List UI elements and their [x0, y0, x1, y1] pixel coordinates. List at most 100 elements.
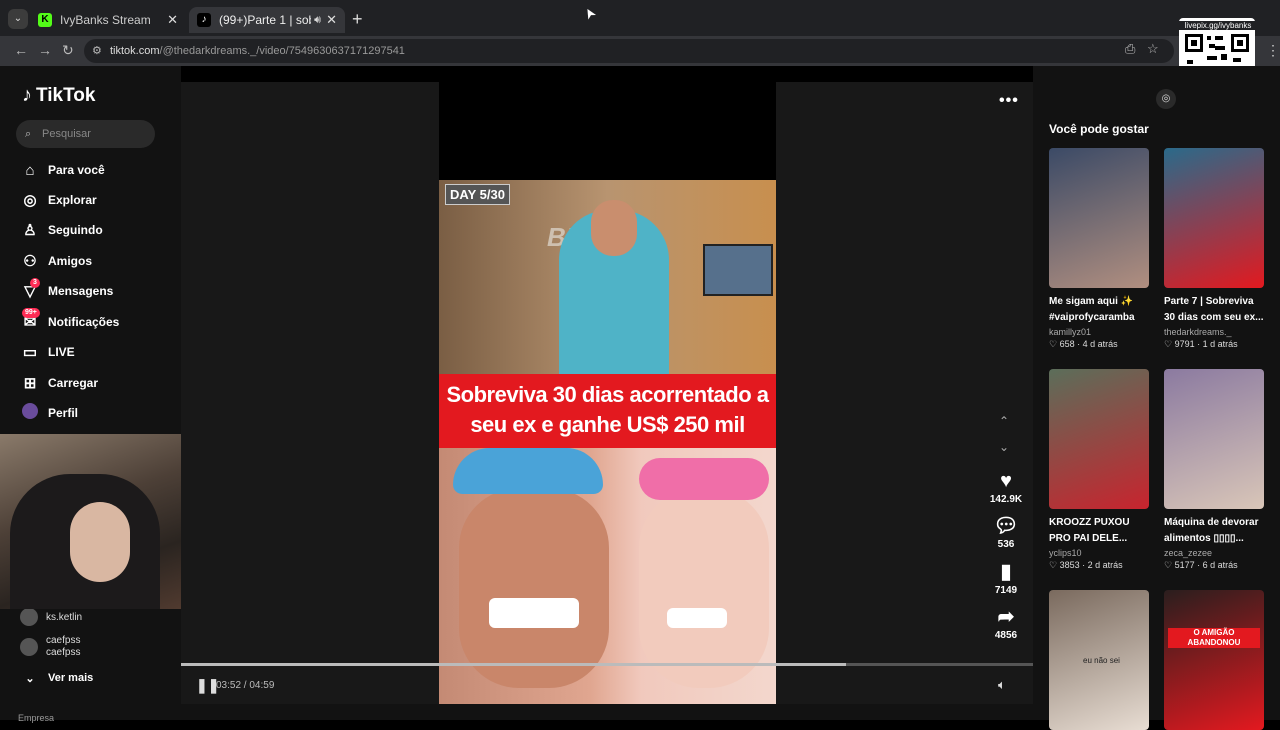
like-count: 142.9K: [989, 494, 1023, 505]
upload-icon: ⊞: [23, 375, 37, 392]
day-tag: DAY 5/30: [445, 184, 510, 205]
rec-thumbnail: [1164, 369, 1264, 509]
sidebar-item-label: Amigos: [48, 254, 93, 268]
search-input[interactable]: ⌕ Pesquisar: [16, 120, 155, 148]
rec-card[interactable]: Me sigam aqui ✨ #vaiprofycaramba kamilly…: [1049, 148, 1149, 350]
rec-meta: ♡ 3853 · 2 d atrás: [1049, 560, 1123, 570]
forward-icon[interactable]: →: [38, 42, 52, 58]
tab-tiktok-video[interactable]: ♪ (99+)Parte 1 | sobreviva 30 di 🔊︎ ✕: [189, 7, 345, 33]
compass-icon[interactable]: ◎: [1156, 89, 1176, 109]
sidebar-item-carregar[interactable]: ⊞ Carregar: [20, 372, 98, 394]
avatar: [20, 638, 38, 656]
bookmark-star-icon[interactable]: ☆: [1147, 41, 1159, 57]
tab-ivybanks-stream[interactable]: K IvyBanks Stream - Watch Live o ✕: [30, 7, 186, 33]
sidebar-item-seguindo[interactable]: ♙ Seguindo: [20, 219, 102, 241]
close-icon[interactable]: ✕: [167, 7, 178, 33]
video-frame[interactable]: BRO DAY 5/30 Sobreviva 30 dias acorrenta…: [439, 180, 776, 704]
volume-icon[interactable]: 🔈︎: [998, 677, 1006, 693]
chevron-down-icon[interactable]: ⌄: [999, 440, 1009, 454]
sidebar-item-amigos[interactable]: ⚇ Amigos: [20, 250, 92, 272]
live-icon: ▭: [22, 344, 38, 361]
heart-outline-icon: ♡: [1164, 339, 1175, 349]
sidebar-item-label: Mensagens: [48, 284, 114, 298]
tiktok-logo[interactable]: ♪ TikTok: [22, 84, 95, 107]
new-tab-button[interactable]: +: [352, 9, 363, 30]
following-account[interactable]: ks.ketlin: [20, 608, 82, 626]
scene-head: [591, 200, 637, 256]
close-icon[interactable]: ✕: [326, 7, 337, 33]
rec-title: Me sigam aqui ✨ #vaiprofycaramba: [1049, 296, 1135, 323]
search-icon: ⌕: [25, 128, 32, 140]
heart-outline-icon: ♡: [1049, 339, 1060, 349]
scene-cap: [453, 448, 603, 494]
messages-icon: ▽ 3: [20, 278, 40, 300]
rec-title: Máquina de devorar alimentos ▯▯▯▯...: [1164, 517, 1259, 544]
comment-count: 536: [997, 539, 1015, 550]
bookmark-icon: ▮: [1000, 561, 1012, 583]
back-icon[interactable]: ←: [14, 42, 28, 58]
profile-icon: [20, 403, 40, 423]
more-options-icon[interactable]: •••: [999, 92, 1019, 110]
rec-card[interactable]: eu não sei: [1049, 590, 1149, 730]
notifications-icon: ✉ 99+: [20, 308, 40, 331]
rec-likes: 3853: [1059, 560, 1080, 570]
speaker-icon[interactable]: 🔊︎: [314, 7, 321, 33]
sidebar-item-label: Perfil: [48, 406, 79, 420]
heart-outline-icon: ♡: [1049, 560, 1060, 570]
share-icon: ➦: [997, 606, 1015, 628]
sidebar-item-perfil[interactable]: Perfil: [20, 402, 78, 424]
share-count: 4856: [994, 630, 1018, 641]
share-button[interactable]: ➦ 4856: [988, 606, 1024, 641]
save-count: 7149: [994, 585, 1018, 596]
sidebar-item-explorar[interactable]: ◎ Explorar: [20, 189, 97, 211]
browser-toolbar: ← → ↻ ⚙ tiktok.com/@thedarkdreams._/vide…: [0, 36, 1280, 66]
friends-icon: ⚇: [23, 253, 37, 270]
rec-title: Parte 7 | Sobreviva 30 dias com seu ex..…: [1164, 296, 1264, 323]
rec-card[interactable]: Máquina de devorar alimentos ▯▯▯▯... zec…: [1164, 369, 1264, 571]
messages-badge: 3: [30, 278, 40, 288]
following-account[interactable]: caefpss caefpss: [20, 635, 80, 659]
tab-title: IvyBanks Stream - Watch Live o: [60, 13, 152, 27]
comment-button[interactable]: 💬︎ 536: [988, 515, 1024, 550]
site-info-icon[interactable]: ⚙: [92, 39, 102, 63]
rec-thumbnail: O AMIGÃO ABANDONOU: [1164, 590, 1264, 730]
sidebar-item-label: Explorar: [48, 193, 97, 207]
rec-card[interactable]: KROOZZ PUXOU PRO PAI DELE... yclips10 ♡ …: [1049, 369, 1149, 571]
scene-sleep-mask: [639, 458, 769, 500]
see-more-button[interactable]: ⌄ Ver mais: [20, 667, 93, 689]
video-time: 03:52 / 04:59: [216, 680, 275, 691]
rec-card[interactable]: O AMIGÃO ABANDONOU: [1164, 590, 1264, 730]
like-button[interactable]: ♥ 142.9K: [988, 470, 1024, 505]
scene-tv: [703, 244, 773, 296]
video-progress-bar[interactable]: [181, 663, 1033, 666]
notifications-badge: 99+: [22, 308, 40, 318]
footer-link[interactable]: Empresa: [18, 713, 54, 723]
address-bar[interactable]: ⚙ tiktok.com/@thedarkdreams._/video/7549…: [84, 39, 1174, 63]
sidebar-item-para-voce[interactable]: ⌂ Para você: [20, 159, 104, 181]
rec-thumbnail: [1049, 148, 1149, 288]
sidebar-item-label: Carregar: [48, 376, 99, 390]
browser-menu-icon[interactable]: ⋮: [1266, 42, 1280, 59]
rec-likes: 9791: [1174, 339, 1195, 349]
sidebar-item-notificacoes[interactable]: ✉ 99+ Notificações: [20, 308, 119, 333]
account-name: caefpss: [46, 635, 81, 646]
sidebar-item-label: LIVE: [48, 345, 75, 359]
rec-age: 1 d atrás: [1202, 339, 1238, 349]
sidebar-item-live[interactable]: ▭ LIVE: [20, 341, 75, 363]
rec-card[interactable]: Parte 7 | Sobreviva 30 dias com seu ex..…: [1164, 148, 1264, 350]
see-more-label: Ver mais: [48, 672, 94, 684]
comment-icon: 💬︎: [993, 515, 1019, 537]
rec-meta: ♡ 5177 · 6 d atrás: [1164, 560, 1238, 570]
sidebar-item-mensagens[interactable]: ▽ 3 Mensagens: [20, 278, 114, 302]
heart-outline-icon: ♡: [1164, 560, 1175, 570]
rec-title: KROOZZ PUXOU PRO PAI DELE...: [1049, 517, 1130, 544]
video-info-strip: [181, 704, 1033, 720]
tab-search-dropdown[interactable]: ⌄: [8, 9, 28, 29]
video-letterbox: [439, 82, 776, 180]
rec-likes: 5177: [1174, 560, 1195, 570]
install-app-icon[interactable]: ⎙: [1125, 41, 1135, 57]
chevron-up-icon[interactable]: ⌃: [999, 414, 1009, 428]
rec-age: 4 d atrás: [1082, 339, 1118, 349]
save-button[interactable]: ▮ 7149: [988, 561, 1024, 596]
reload-icon[interactable]: ↻: [62, 42, 74, 59]
